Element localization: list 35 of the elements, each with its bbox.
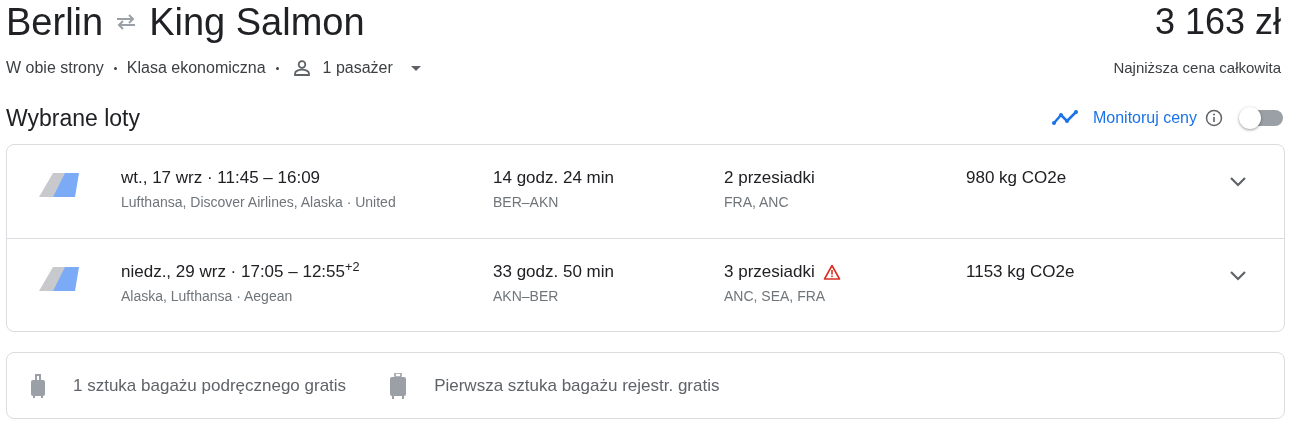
flight-schedule: niedz., 29 wrz · 17:05 – 12:55$^{+2}$ [121, 261, 361, 283]
flight-duration: 33 godz. 50 min [493, 261, 615, 283]
baggage-info: 1 sztuka bagażu podręcznego gratis [73, 374, 347, 397]
carry-on-bag-icon [31, 373, 45, 398]
stops-count: 2 przesiadki [724, 167, 815, 189]
baggage-info: Pierwsza sztuka bagażu rejestr. gratis [434, 374, 720, 397]
emissions: 1153 kg CO2e [966, 261, 1076, 283]
airport-route: BER–AKN [493, 193, 560, 212]
stop-airports: FRA, ANC [724, 193, 790, 212]
toggle-switch[interactable] [1239, 107, 1283, 129]
expand-chevron-icon[interactable] [1228, 270, 1248, 282]
section-title: Wybrane loty [6, 103, 140, 133]
cabin-class[interactable]: Klasa ekonomiczna [126, 56, 266, 80]
flight-schedule: wt., 17 wrz · 11:45 – 16:09 [121, 167, 322, 189]
suitcase-icon [390, 372, 407, 399]
origin-city: Berlin [6, 3, 104, 41]
trip-type[interactable]: W obie strony [6, 56, 104, 80]
expand-chevron-icon[interactable] [1228, 176, 1248, 188]
passengers-dropdown[interactable]: 1 pasażer [292, 56, 421, 80]
stops-count: 3 przesiadki [724, 261, 815, 283]
airline-names: Alaska, Lufthansa · Aegean [121, 287, 294, 306]
airline-names: Lufthansa, Discover Airlines, Alaska · United [121, 193, 397, 212]
price-caption: Najniższa cena całkowita [1113, 57, 1281, 78]
swap-arrows-icon [115, 14, 138, 30]
airport-route: AKN–BER [493, 287, 560, 306]
destination-city: King Salmon [149, 3, 365, 41]
total-price: 3 163 zł [1154, 4, 1281, 40]
trend-line-icon [1050, 110, 1079, 126]
flight-duration: 14 godz. 24 min [493, 167, 615, 189]
person-icon [292, 59, 311, 77]
info-icon[interactable] [1205, 109, 1223, 127]
stop-airports: ANC, SEA, FRA [724, 287, 827, 306]
dropdown-caret-icon [410, 65, 421, 71]
track-prices-button[interactable]: Monitoruj ceny [1050, 106, 1197, 130]
emissions: 980 kg CO2e [966, 167, 1068, 189]
